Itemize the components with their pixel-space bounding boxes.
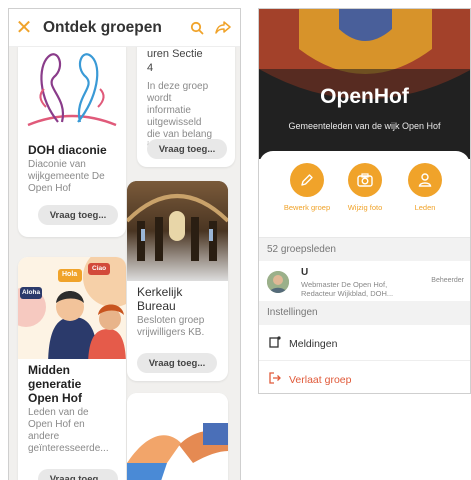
row-label: Meldingen: [289, 337, 338, 350]
camera-icon: [348, 163, 382, 197]
pencil-icon: [290, 163, 324, 197]
group-title: uren Sectie 4: [147, 48, 203, 74]
request-access-button[interactable]: Vraag toeg...: [137, 353, 217, 373]
group-image: [18, 37, 126, 139]
group-card-handshake[interactable]: [127, 393, 228, 480]
group-card-diaconie[interactable]: DOH diaconie Diaconie van wijkgemeente D…: [18, 37, 126, 237]
group-header-image: OpenHof Gemeenteleden van de wijk Open H…: [259, 9, 470, 159]
group-name: OpenHof: [320, 85, 409, 108]
group-actions: Bewerk groep Wijzig foto Leden: [259, 163, 470, 223]
avatar: [267, 271, 289, 293]
settings-header: Instellingen: [259, 301, 470, 325]
group-title: Midden generatie Open Hof: [28, 363, 82, 405]
group-card-midden-generatie[interactable]: Hola Ciao Aloha Midden generatie Open Ho…: [18, 257, 126, 480]
member-role: Webmaster De Open Hof, Redacteur Wijkbla…: [301, 280, 394, 298]
discover-groups-screen: ✕ Ontdek groepen DOH diaconie Diaconie v…: [8, 8, 241, 480]
notification-icon: [269, 335, 281, 353]
group-detail-screen: OpenHof Gemeenteleden van de wijk Open H…: [258, 8, 471, 394]
members-button[interactable]: Leden: [395, 163, 455, 212]
group-card-sectie-4[interactable]: uren Sectie 4 In deze groep wordt inform…: [137, 27, 235, 167]
edit-group-button[interactable]: Bewerk groep: [277, 163, 337, 212]
row-label: Verlaat groep: [289, 374, 352, 386]
leave-icon: [269, 371, 281, 389]
top-bar: ✕ Ontdek groepen: [9, 9, 240, 47]
group-title: DOH diaconie: [28, 143, 107, 157]
group-image: [127, 393, 228, 480]
member-name: U: [301, 267, 309, 278]
page-title: Ontdek groepen: [43, 18, 162, 36]
members-count: 52 groepsleden: [259, 237, 470, 261]
share-icon[interactable]: [210, 20, 236, 35]
group-image: Hola Ciao Aloha: [18, 257, 126, 359]
action-label: Leden: [414, 203, 436, 212]
group-card-kerkelijk-bureau[interactable]: Kerkelijk Bureau Besloten groep vrijwill…: [127, 181, 228, 381]
bubble-ciao: Ciao: [92, 265, 107, 272]
notifications-row[interactable]: Meldingen: [259, 327, 470, 361]
bubble-hola: Hola: [62, 271, 78, 278]
request-access-button[interactable]: Vraag toeg...: [147, 139, 227, 159]
bubble-aloha: Aloha: [22, 289, 41, 296]
admin-badge: Beheerder: [431, 277, 464, 284]
group-image: [127, 181, 228, 281]
screenshot: ✕ Ontdek groepen DOH diaconie Diaconie v…: [0, 0, 471, 480]
leave-group-row[interactable]: Verlaat groep: [259, 363, 470, 393]
person-icon: [408, 163, 442, 197]
action-label: Wijzig foto: [347, 203, 383, 212]
close-icon[interactable]: ✕: [9, 15, 39, 40]
search-icon[interactable]: [184, 21, 210, 35]
action-label: Bewerk groep: [283, 203, 331, 212]
group-description: Leden van de Open Hof en andere geïntere…: [28, 407, 109, 454]
group-description: Diaconie van wijkgemeente De Open Hof: [28, 159, 105, 194]
groups-grid: DOH diaconie Diaconie van wijkgemeente D…: [9, 27, 240, 480]
member-row[interactable]: U Webmaster De Open Hof, Redacteur Wijkb…: [259, 263, 470, 303]
group-description: Besloten groep vrijwilligers KB.: [137, 315, 205, 338]
group-title: Kerkelijk Bureau: [137, 285, 183, 313]
group-sheet: Bewerk groep Wijzig foto Leden 52 groeps…: [259, 151, 470, 393]
request-access-button[interactable]: Vraag toeg...: [38, 205, 118, 225]
change-photo-button[interactable]: Wijzig foto: [335, 163, 395, 212]
request-access-button[interactable]: Vraag toeg...: [38, 469, 118, 480]
group-subtitle: Gemeenteleden van de wijk Open Hof: [288, 121, 441, 131]
